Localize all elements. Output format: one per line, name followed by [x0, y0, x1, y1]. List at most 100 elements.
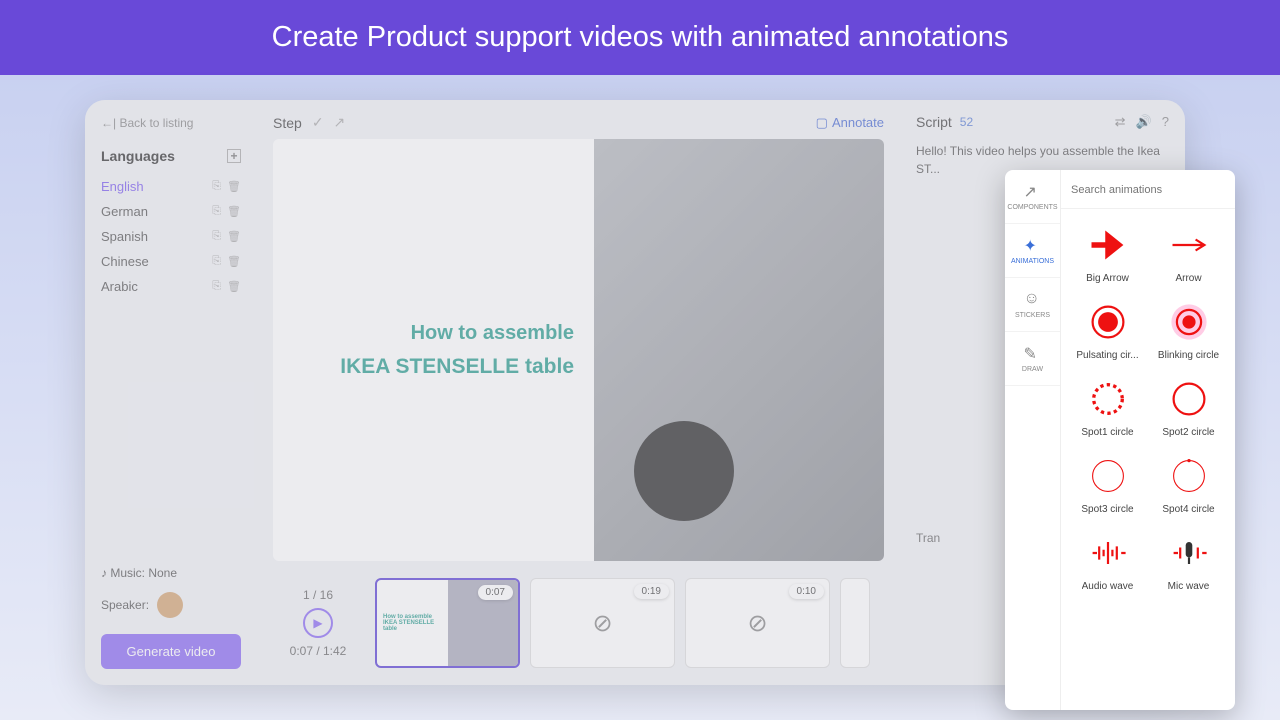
copy-icon[interactable]: ⎘: [212, 280, 221, 293]
animation-blinking[interactable]: Blinking circle: [1150, 294, 1227, 367]
delete-icon[interactable]: 🗑: [227, 255, 241, 268]
annotate-icon: ▢: [816, 115, 828, 131]
canvas-image: [594, 139, 884, 561]
avatar: [157, 592, 183, 618]
sidebar: ←| Back to listing Languages + English ⎘ 🗑…: [85, 100, 257, 685]
animation-audio[interactable]: Audio wave: [1069, 525, 1146, 598]
spot2-icon: [1167, 377, 1211, 421]
audio-icon: [1086, 531, 1130, 575]
script-count: 52: [960, 115, 973, 129]
language-item-english[interactable]: English ⎘ 🗑: [101, 174, 241, 199]
animation-label: Spot4 circle: [1162, 504, 1214, 515]
animations-icon: ✦: [1024, 236, 1042, 254]
sound-icon[interactable]: 🔊: [1136, 114, 1152, 130]
copy-icon[interactable]: ⎘: [212, 230, 221, 243]
language-name: Chinese: [101, 254, 149, 269]
languages-label: Languages: [101, 148, 175, 164]
check-icon[interactable]: ✓: [312, 114, 324, 131]
thumb-time: 0:10: [789, 584, 824, 599]
tab-stickers[interactable]: ☺STICKERS: [1005, 278, 1060, 332]
add-language-button[interactable]: +: [227, 149, 241, 163]
delete-icon[interactable]: 🗑: [227, 230, 241, 243]
thumbnail[interactable]: [840, 578, 870, 668]
languages-header: Languages +: [101, 148, 241, 164]
language-name: Spanish: [101, 229, 148, 244]
script-label: Script: [916, 114, 952, 130]
canvas-line-2: IKEA STENSELLE table: [340, 355, 574, 379]
thumbnails: How to assembleIKEA STENSELLE table0:07⊘…: [375, 578, 884, 668]
tab-components[interactable]: ↗ COMPONENTS: [1005, 170, 1060, 224]
animations-grid: Big Arrow Arrow Pulsating cir... Blinking c…: [1061, 209, 1235, 710]
delete-icon[interactable]: 🗑: [227, 280, 241, 293]
thumbnail[interactable]: ⊘0:10: [685, 578, 830, 668]
animation-spot1[interactable]: Spot1 circle: [1069, 371, 1146, 444]
pulsating-icon: [1086, 300, 1130, 344]
tab-draw[interactable]: ✎ DRAW: [1005, 332, 1060, 386]
animation-mic[interactable]: Mic wave: [1150, 525, 1227, 598]
language-item-arabic[interactable]: Arabic ⎘ 🗑: [101, 274, 241, 299]
animation-big-arrow[interactable]: Big Arrow: [1069, 217, 1146, 290]
arrow-icon: [1167, 223, 1211, 267]
speaker-field[interactable]: Speaker:: [101, 592, 241, 618]
animation-spot2[interactable]: Spot2 circle: [1150, 371, 1227, 444]
animation-label: Blinking circle: [1158, 350, 1219, 361]
step-label: Step: [273, 115, 302, 131]
copy-icon[interactable]: ⎘: [212, 180, 221, 193]
delete-icon[interactable]: 🗑: [227, 180, 241, 193]
search-input[interactable]: [1071, 184, 1225, 196]
language-item-chinese[interactable]: Chinese ⎘ 🗑: [101, 249, 241, 274]
step-counter: 1 / 16: [303, 588, 333, 602]
transition-row: Tran: [916, 531, 940, 545]
tab-label: ANIMATIONS: [1011, 258, 1054, 265]
back-link[interactable]: ←| Back to listing: [101, 116, 241, 130]
animation-label: Big Arrow: [1086, 273, 1129, 284]
translate-icon[interactable]: ⇄: [1115, 114, 1126, 130]
external-link-icon[interactable]: ↗: [334, 114, 346, 131]
copy-icon[interactable]: ⎘: [212, 255, 221, 268]
mic-icon: [1167, 531, 1211, 575]
animation-label: Mic wave: [1168, 581, 1210, 592]
spot4-icon: [1167, 454, 1211, 498]
thumbnail[interactable]: ⊘0:19: [530, 578, 675, 668]
spot3-icon: [1086, 454, 1130, 498]
generate-video-button[interactable]: Generate video: [101, 634, 241, 669]
tab-label: COMPONENTS: [1007, 204, 1057, 211]
delete-icon[interactable]: 🗑: [227, 205, 241, 218]
animation-label: Spot1 circle: [1081, 427, 1133, 438]
music-field[interactable]: ♪ Music: None: [101, 566, 241, 580]
stickers-icon: ☺: [1024, 290, 1042, 308]
timeline: 1 / 16 ▶ 0:07 / 1:42 How to assembleIKEA…: [273, 561, 884, 671]
play-button[interactable]: ▶: [303, 608, 333, 638]
language-name: German: [101, 204, 148, 219]
thumbnail[interactable]: How to assembleIKEA STENSELLE table0:07: [375, 578, 520, 668]
copy-icon[interactable]: ⎘: [212, 205, 221, 218]
canvas[interactable]: How to assemble IKEA STENSELLE table: [273, 139, 884, 561]
language-name: English: [101, 179, 144, 194]
help-icon[interactable]: ?: [1162, 114, 1169, 130]
spot1-icon: [1086, 377, 1130, 421]
banner: Create Product support videos with anima…: [0, 0, 1280, 75]
canvas-text: How to assemble IKEA STENSELLE table: [273, 139, 594, 561]
popover-body: Big Arrow Arrow Pulsating cir... Blinking c…: [1061, 170, 1235, 710]
animation-label: Pulsating cir...: [1076, 350, 1138, 361]
animation-spot3[interactable]: Spot3 circle: [1069, 448, 1146, 521]
thumb-time: 0:19: [634, 584, 669, 599]
search-wrapper: [1061, 170, 1235, 209]
draw-icon: ✎: [1024, 344, 1042, 362]
animation-arrow[interactable]: Arrow: [1150, 217, 1227, 290]
big-arrow-icon: [1086, 223, 1130, 267]
tab-label: DRAW: [1022, 366, 1043, 373]
language-item-german[interactable]: German ⎘ 🗑: [101, 199, 241, 224]
animation-pulsating[interactable]: Pulsating cir...: [1069, 294, 1146, 367]
blinking-icon: [1167, 300, 1211, 344]
annotate-button[interactable]: ▢ Annotate: [816, 115, 884, 131]
language-name: Arabic: [101, 279, 138, 294]
components-icon: ↗: [1024, 182, 1042, 200]
language-item-spanish[interactable]: Spanish ⎘ 🗑: [101, 224, 241, 249]
canvas-line-1: How to assemble: [411, 322, 574, 345]
animation-spot4[interactable]: Spot4 circle: [1150, 448, 1227, 521]
animations-popover: ↗ COMPONENTS ✦ ANIMATIONS ☺STICKERS ✎ DRAW Big…: [1005, 170, 1235, 710]
script-header: Script 52 ⇄ 🔊 ?: [916, 114, 1169, 130]
tab-animations[interactable]: ✦ ANIMATIONS: [1005, 224, 1060, 278]
animation-label: Audio wave: [1082, 581, 1134, 592]
